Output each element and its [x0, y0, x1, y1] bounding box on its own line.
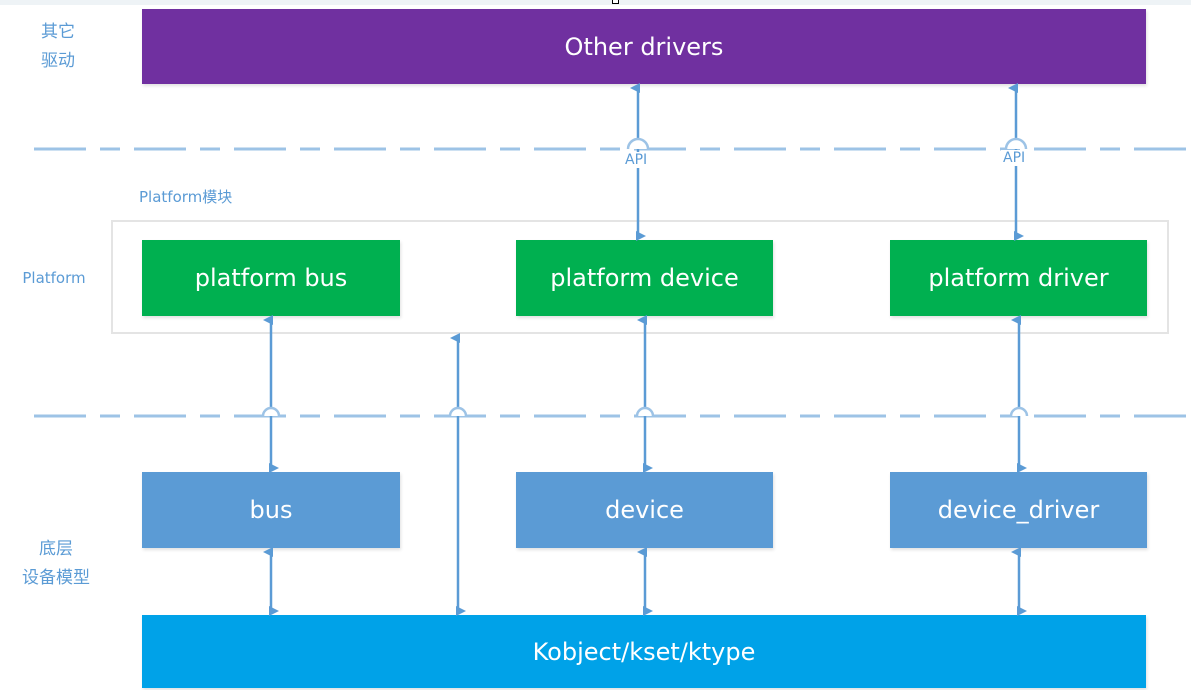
line-hop [261, 406, 281, 417]
line-hop [626, 137, 650, 150]
line-hop [635, 406, 655, 417]
api-label-right: API [1001, 150, 1028, 166]
line-hop [448, 406, 468, 417]
line-hop [1004, 137, 1028, 150]
api-label-left: API [623, 152, 650, 168]
line-hop [1009, 406, 1029, 417]
connector-layer [34, 83, 1191, 616]
